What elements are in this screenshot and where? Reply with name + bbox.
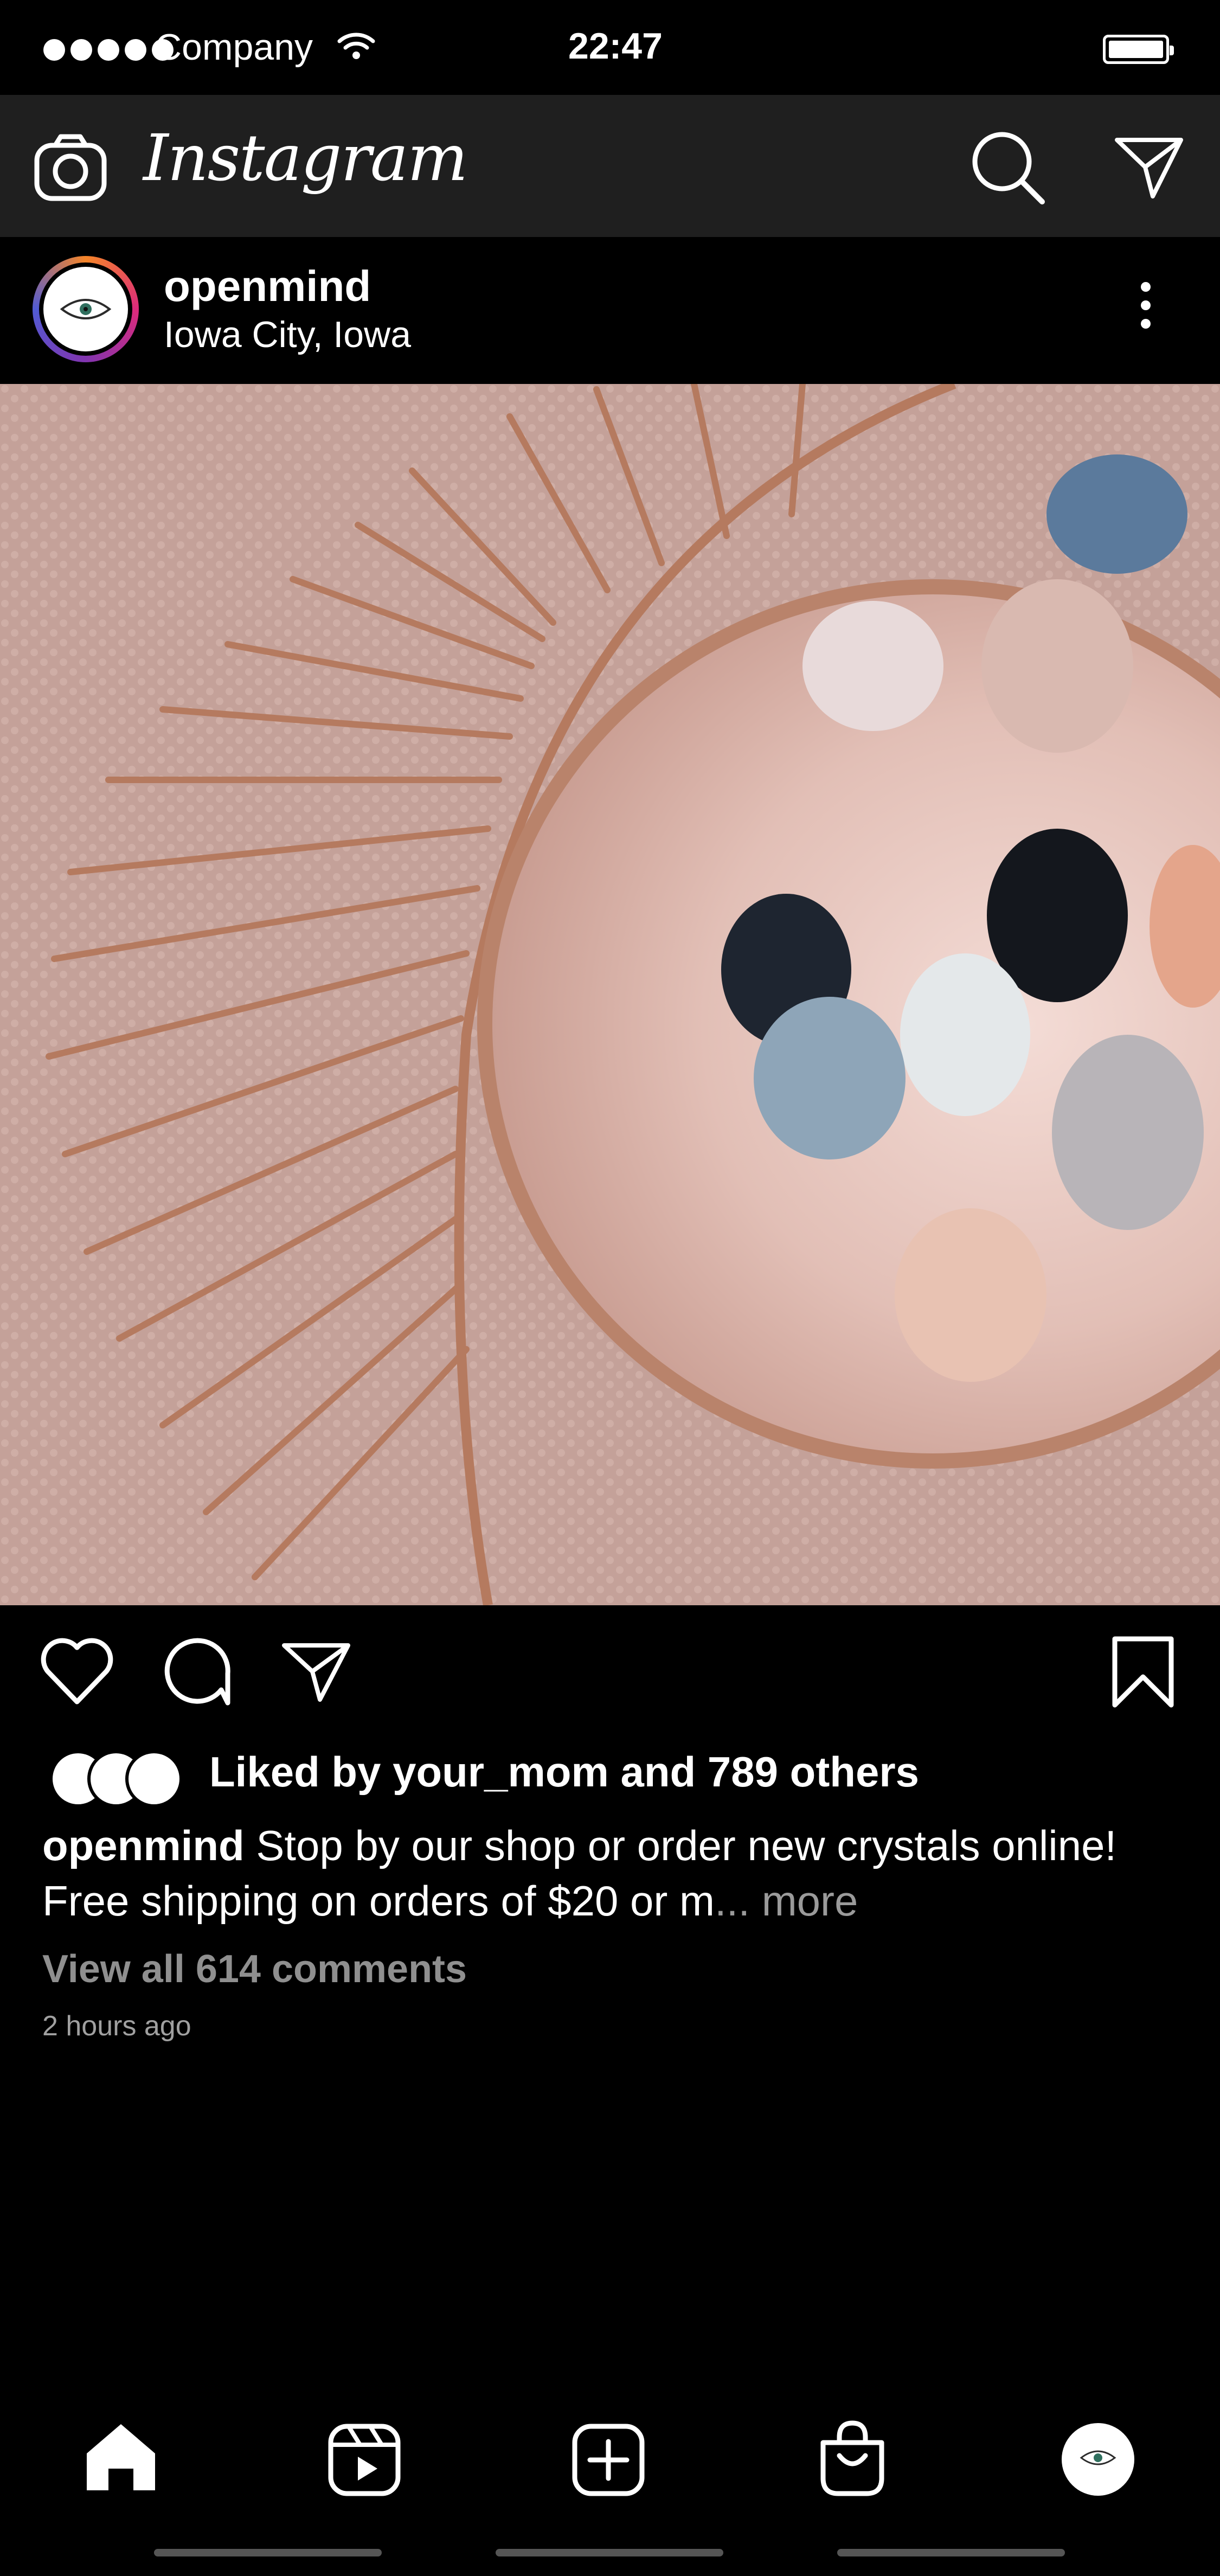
clock-time: 22:47 (568, 25, 663, 67)
reels-icon[interactable] (328, 2423, 401, 2497)
liker-avatars[interactable] (46, 1750, 187, 1808)
post-image-art (0, 384, 1220, 1605)
eye-logo-icon (60, 299, 112, 319)
wifi-icon (337, 33, 375, 59)
caption-username[interactable]: openmind (42, 1822, 245, 1869)
post-location[interactable]: Iowa City, Iowa (164, 313, 411, 356)
post-options-icon[interactable] (1141, 282, 1151, 329)
view-comments-link[interactable]: View all 614 comments (42, 1947, 467, 1991)
page-indicator (154, 2549, 382, 2556)
comment-icon[interactable] (160, 1638, 232, 1709)
carrier-name: Company (155, 27, 313, 68)
post-image[interactable] (0, 384, 1220, 1605)
camera-icon[interactable] (34, 133, 107, 202)
page-indicator (837, 2549, 1065, 2556)
caption-ellipsis: ... (715, 1877, 762, 1925)
signal-strength-icon (43, 39, 174, 61)
caption-more-link[interactable]: more (762, 1877, 858, 1925)
page-indicator (496, 2549, 723, 2556)
share-icon[interactable] (281, 1641, 351, 1704)
caption-text-line2: Free shipping on orders of $20 or m (42, 1877, 715, 1925)
battery-icon (1103, 35, 1174, 64)
eye-logo-icon (1080, 2450, 1116, 2465)
shop-icon[interactable] (816, 2420, 889, 2498)
post-timestamp: 2 hours ago (42, 2010, 191, 2042)
direct-message-icon[interactable] (1114, 136, 1184, 201)
bookmark-icon[interactable] (1112, 1636, 1174, 1709)
likes-count[interactable]: Liked by your_mom and 789 others (209, 1747, 919, 1797)
add-post-icon[interactable] (572, 2423, 645, 2497)
post-caption: openmind Stop by our shop or order new c… (42, 1818, 1186, 1928)
heart-icon[interactable] (39, 1638, 115, 1706)
search-icon[interactable] (971, 130, 1046, 206)
home-icon[interactable] (82, 2421, 159, 2494)
caption-text-line1: Stop by our shop or order new crystals o… (256, 1822, 1117, 1869)
post-username[interactable]: openmind (164, 261, 371, 311)
instagram-logo: Instagram (143, 120, 468, 195)
